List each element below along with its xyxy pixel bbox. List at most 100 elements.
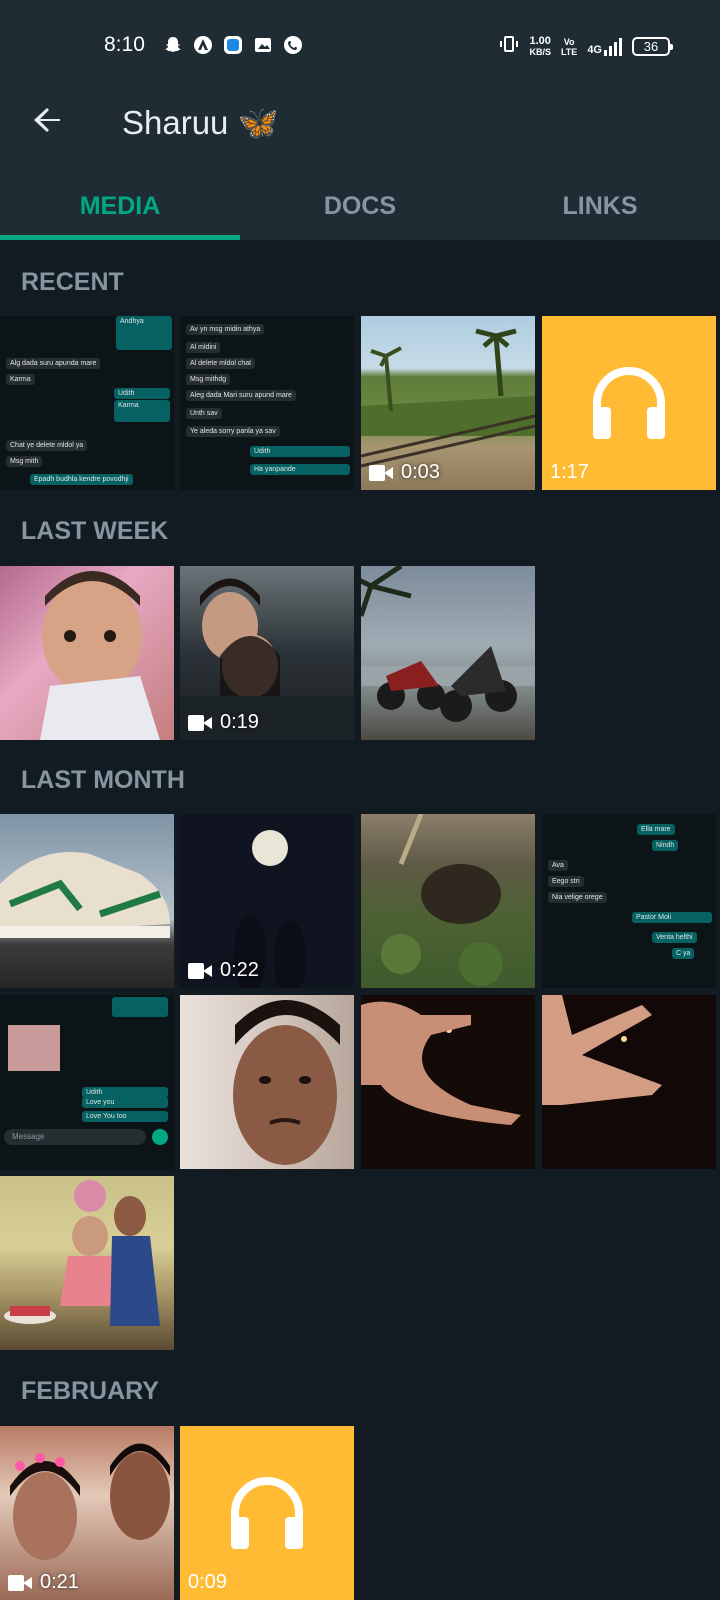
audio-duration: 1:17 <box>550 461 589 484</box>
chat-bubble: Love You too <box>82 1111 168 1122</box>
video-camera-icon <box>369 464 393 481</box>
duration-label: 0:19 <box>220 711 259 733</box>
chat-bubble: Eego stri <box>548 876 584 887</box>
chat-bubble: Ava <box>548 860 568 871</box>
status-time: 8:10 <box>104 33 145 56</box>
message-input-preview: Message <box>4 1129 146 1145</box>
hand-image <box>542 995 662 1105</box>
audio-thumbnail[interactable]: 0:09 <box>180 1426 354 1600</box>
chat-bubble: Pastor Moli <box>632 912 712 923</box>
video-camera-icon <box>188 962 212 979</box>
audio-thumbnail[interactable]: 1:17 <box>542 316 716 490</box>
duration-label: 0:21 <box>40 1571 79 1593</box>
chat-bubble: Ye aleda sorry panla ya sav <box>186 426 280 437</box>
video-duration: 0:03 <box>369 461 440 484</box>
chat-bubble: Av yn msg midin athya <box>186 324 265 335</box>
tab-links[interactable]: LINKS <box>480 180 720 240</box>
media-thumbnail[interactable]: Ella mare Nindh Ava Eego stri Nia velige… <box>542 814 716 988</box>
chat-bubble: Msg mith <box>6 456 43 467</box>
snapchat-icon <box>162 34 184 56</box>
video-camera-icon <box>8 1574 32 1591</box>
media-thumbnail[interactable] <box>0 566 174 740</box>
duration-label: 0:03 <box>401 461 440 483</box>
media-thumbnail[interactable] <box>542 995 716 1169</box>
video-duration: 0:19 <box>188 711 259 734</box>
volte-indicator: Vo LTE <box>560 36 578 57</box>
video-thumbnail[interactable]: 0:19 <box>180 566 354 740</box>
chat-bubble: Nia velige orege <box>548 892 607 903</box>
vibrate-icon <box>499 34 519 59</box>
media-thumbnail[interactable] <box>0 1176 174 1350</box>
gallery-icon <box>252 34 274 56</box>
app-icon <box>192 34 214 56</box>
battery-icon: 36 <box>632 37 673 56</box>
hand-image <box>361 1001 521 1125</box>
whatsapp-icon <box>282 34 304 56</box>
section-title-last-month: LAST MONTH <box>21 766 185 794</box>
media-thumbnail[interactable]: Udith Love you Love You too Message <box>0 995 174 1169</box>
chat-bubble: Venta helthi <box>652 932 697 943</box>
media-thumbnail[interactable] <box>361 995 535 1169</box>
chat-bubble: Andhya <box>116 316 172 350</box>
video-duration: 0:22 <box>188 959 259 982</box>
back-arrow-icon[interactable] <box>28 100 68 140</box>
section-title-recent: RECENT <box>21 268 124 296</box>
tab-media[interactable]: MEDIA <box>0 180 240 240</box>
duration-label: 1:17 <box>550 461 589 483</box>
headphones-icon <box>231 1477 303 1549</box>
baby-photo-image <box>40 571 160 740</box>
chat-bubble: C ya <box>672 948 695 959</box>
chat-bubble: Ha yanpande <box>250 464 350 475</box>
audio-duration: 0:09 <box>188 1571 227 1594</box>
network-type: 4G <box>587 43 602 56</box>
chat-bubble: Epadh budhla kendre povodhji <box>30 474 133 485</box>
status-bar: 8:10 1.00 KB/S Vo LTE 4G 36 <box>0 0 720 90</box>
chat-bubble: Karma <box>114 400 170 422</box>
media-thumbnail[interactable]: Av yn msg midin athya Al mldini Al delet… <box>180 316 354 490</box>
chat-bubble: Udith <box>114 388 170 399</box>
battery-level: 36 <box>643 39 659 54</box>
duration-label: 0:09 <box>188 1571 227 1593</box>
blue-app-icon <box>222 34 244 56</box>
selfie-image <box>233 1000 340 1165</box>
status-right-icons: 1.00 KB/S Vo LTE 4G 36 <box>499 34 673 59</box>
mic-icon <box>152 1129 168 1145</box>
video-thumbnail[interactable]: 0:21 <box>0 1426 174 1600</box>
video-duration: 0:21 <box>8 1571 79 1594</box>
grass-image <box>381 814 503 986</box>
chat-bubble: Aleg dada Mari suru apund mare <box>186 390 296 401</box>
media-thumbnail[interactable] <box>361 814 535 988</box>
media-thumbnail[interactable]: Andhya Alg dada suru apunda mare Karma U… <box>0 316 174 490</box>
media-thumbnail[interactable] <box>361 566 535 740</box>
headphones-icon <box>593 367 665 439</box>
chat-bubble: Al mldini <box>186 342 221 353</box>
app-bar: Sharuu 🦋 MEDIA DOCS LINKS <box>0 90 720 240</box>
video-thumbnail[interactable]: 0:03 <box>361 316 535 490</box>
net-speed-unit: KB/S <box>529 46 551 57</box>
chat-bubble: Karma <box>6 374 35 385</box>
sneaker-image <box>0 852 170 938</box>
duration-label: 0:22 <box>220 959 259 981</box>
net-speed-value: 1.00 <box>529 34 551 47</box>
chat-bubble: Love you <box>82 1097 168 1108</box>
image-attachment <box>8 1025 60 1071</box>
tab-docs[interactable]: DOCS <box>240 180 480 240</box>
birthday-image <box>4 1180 160 1326</box>
page-title: Sharuu 🦋 <box>122 104 279 141</box>
media-thumbnail[interactable] <box>180 995 354 1169</box>
chat-bubble: Udith <box>250 446 350 457</box>
section-title-last-week: LAST WEEK <box>21 517 169 545</box>
media-thumbnail[interactable] <box>0 814 174 988</box>
tab-bar: MEDIA DOCS LINKS <box>0 180 720 240</box>
net-speed: 1.00 KB/S <box>529 34 551 58</box>
chat-bubble-emoji <box>112 997 168 1017</box>
chat-bubble: Alg dada suru apunda mare <box>6 358 101 369</box>
chat-bubble: Nindh <box>652 840 679 851</box>
motorbikes-image <box>361 566 535 722</box>
chat-bubble: Al delete mldol chat <box>186 358 256 369</box>
video-thumbnail[interactable]: 0:22 <box>180 814 354 988</box>
section-title-february: FEBRUARY <box>21 1377 159 1405</box>
chat-bubble: Chat ye delete mldol ya <box>6 440 88 451</box>
chat-bubble: Unth sav <box>186 408 222 419</box>
notification-icons <box>162 34 304 56</box>
